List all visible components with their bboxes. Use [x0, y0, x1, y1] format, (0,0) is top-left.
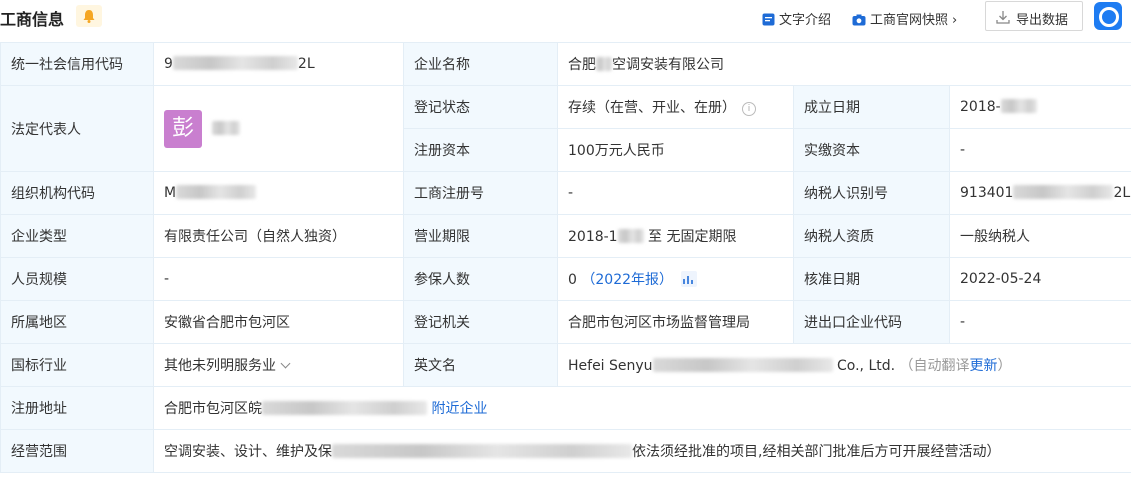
value-credit-code[interactable]: 9 2L — [153, 42, 404, 86]
label-company-type: 企业类型 — [0, 214, 154, 258]
label-import-export: 进出口企业代码 — [793, 300, 950, 344]
value-legal-rep[interactable]: 彭 — [153, 85, 404, 172]
label-company-name: 企业名称 — [403, 42, 558, 86]
table-row: 所属地区 安徽省合肥市包河区 登记机关 合肥市包河区市场监督管理局 进出口企业代… — [0, 300, 1131, 344]
value-reg-capital: 100万元人民币 — [557, 128, 794, 172]
value-approval-date: 2022-05-24 — [948, 257, 1131, 301]
value-import-export: - — [948, 300, 1131, 344]
label-term: 营业期限 — [403, 214, 558, 258]
value-address: 合肥市包河区皖 附近企业 — [152, 386, 1131, 430]
label-approval-date: 核准日期 — [793, 257, 950, 301]
value-english-name: Hefei Senyu Co., Ltd. （自动翻译更新） — [556, 343, 1131, 387]
download-icon — [996, 11, 1010, 24]
label-scope: 经营范围 — [0, 429, 154, 473]
value-industry[interactable]: 其他未列明服务业 — [153, 343, 404, 387]
label-taxpayer-id: 纳税人识别号 — [793, 171, 950, 215]
value-taxpayer-id[interactable]: 913401 2L — [948, 171, 1131, 215]
value-insured: 0 （2022年报） — [557, 257, 794, 301]
value-company-name[interactable]: 合肥 空调安装有限公司 — [556, 42, 1131, 86]
label-authority: 登记机关 — [403, 300, 558, 344]
export-data-button[interactable]: 导出数据 — [985, 1, 1083, 31]
text-intro-label: 文字介绍 — [779, 13, 832, 28]
label-credit-code: 统一社会信用代码 — [0, 42, 154, 86]
value-authority: 合肥市包河区市场监督管理局 — [557, 300, 794, 344]
table-row: 人员规模 - 参保人数 0 （2022年报） 核准日期 2022-05-24 — [0, 257, 1131, 301]
label-industry: 国标行业 — [0, 343, 154, 387]
value-company-type: 有限责任公司（自然人独资） — [153, 214, 404, 258]
value-scope: 空调安装、设计、维护及保 依法须经批准的项目,经相关部门批准后方可开展经营活动） — [152, 429, 1131, 473]
value-taxpayer-qual: 一般纳税人 — [948, 214, 1131, 258]
value-reg-status: 存续（在营、开业、在册） i — [557, 85, 794, 129]
label-legal-rep: 法定代表人 — [0, 85, 154, 172]
insured-report-link[interactable]: （2022年报） — [581, 272, 673, 288]
section-title: 工商信息 — [0, 10, 65, 29]
snapshot-label: 工商官网快照 — [870, 13, 949, 28]
chevron-down-icon[interactable] — [280, 358, 291, 369]
chevron-right-icon: › — [952, 13, 958, 28]
info-icon[interactable]: i — [742, 102, 756, 116]
label-reg-status: 登记状态 — [403, 85, 558, 129]
value-reg-no: - — [557, 171, 794, 215]
text-intro-button[interactable]: 文字介绍 — [762, 9, 831, 30]
label-staff-size: 人员规模 — [0, 257, 154, 301]
table-row: 统一社会信用代码 9 2L 企业名称 合肥 空调安装有限公司 — [0, 42, 1131, 86]
label-org-code: 组织机构代码 — [0, 171, 154, 215]
value-org-code[interactable]: M — [153, 171, 404, 215]
table-row: 企业类型 有限责任公司（自然人独资） 营业期限 2018-1 至 无固定期限 纳… — [0, 214, 1131, 258]
snapshot-button[interactable]: 工商官网快照 › — [852, 9, 957, 30]
avatar[interactable]: 彭 — [164, 109, 202, 148]
label-paid-capital: 实缴资本 — [793, 128, 950, 172]
value-founded: 2018- — [948, 85, 1131, 129]
section-header: 工商信息 文字介绍 工商官网快照 › 导出数据 — [0, 0, 1131, 36]
update-translation-link[interactable]: 更新 — [970, 358, 998, 374]
table-row: 国标行业 其他未列明服务业 英文名 Hefei Senyu Co., Ltd. … — [0, 343, 1131, 387]
table-row: 经营范围 空调安装、设计、维护及保 依法须经批准的项目,经相关部门批准后方可开展经… — [0, 429, 1131, 473]
label-insured: 参保人数 — [403, 257, 558, 301]
trend-chart-icon[interactable] — [681, 271, 698, 287]
label-reg-capital: 注册资本 — [403, 128, 558, 172]
app-logo-icon[interactable] — [1094, 2, 1122, 30]
table-row: 法定代表人 彭 登记状态 存续（在营、开业、在册） i 成立日期 2018- — [0, 85, 1131, 172]
business-info-table: 统一社会信用代码 9 2L 企业名称 合肥 空调安装有限公司 法定代表人 彭 登记状… — [0, 42, 1131, 473]
table-row: 组织机构代码 M 工商注册号 - 纳税人识别号 913401 2L — [0, 171, 1131, 215]
label-founded: 成立日期 — [793, 85, 950, 129]
label-reg-no: 工商注册号 — [403, 171, 558, 215]
export-label: 导出数据 — [1016, 13, 1069, 28]
camera-icon — [852, 14, 866, 30]
bell-icon[interactable] — [76, 5, 102, 27]
value-region: 安徽省合肥市包河区 — [153, 300, 404, 344]
table-row: 注册地址 合肥市包河区皖 附近企业 — [0, 386, 1131, 430]
label-region: 所属地区 — [0, 300, 154, 344]
document-icon — [762, 13, 775, 30]
value-term: 2018-1 至 无固定期限 — [557, 214, 794, 258]
label-taxpayer-qual: 纳税人资质 — [793, 214, 950, 258]
label-english-name: 英文名 — [403, 343, 558, 387]
value-staff-size: - — [153, 257, 404, 301]
label-address: 注册地址 — [0, 386, 154, 430]
nearby-companies-link[interactable]: 附近企业 — [431, 401, 487, 417]
value-paid-capital: - — [948, 128, 1131, 172]
